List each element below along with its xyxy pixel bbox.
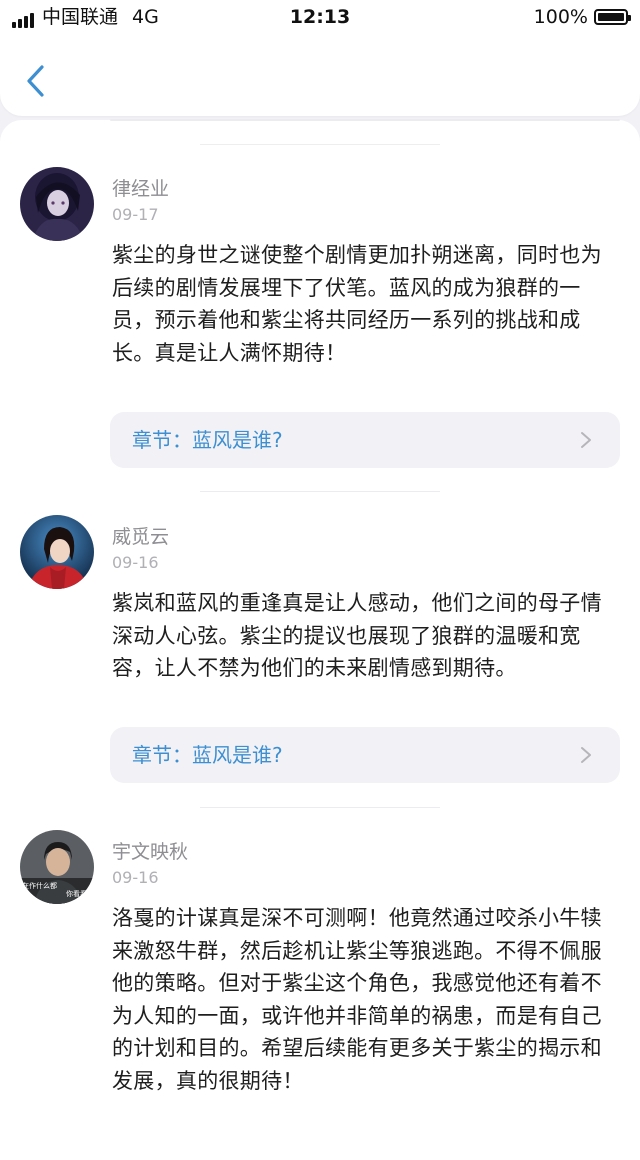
comment-date: 09-16 [112, 553, 159, 572]
chevron-right-icon [581, 432, 591, 448]
battery-percent: 100% [533, 6, 588, 28]
comment-text: 紫岚和蓝风的重逢真是让人感动，他们之间的母子情深动人心弦。紫尘的提议也展现了狼群… [112, 591, 602, 680]
divider [200, 144, 440, 145]
avatar[interactable]: 在作什么都 你看看 [20, 830, 94, 904]
status-bar: 中国联通 4G 12:13 100% [0, 0, 640, 36]
status-right: 100% [533, 6, 631, 28]
comment-username: 宇文映秋 [112, 841, 189, 863]
chapter-link[interactable]: 章节：蓝风是谁? [110, 727, 620, 783]
chapter-link[interactable]: 章节：蓝风是谁? [110, 412, 620, 468]
comment-text: 洛戛的计谋真是深不可测啊！他竟然通过咬杀小牛犊来激怒牛群，然后趁机让紫尘等狼逃跑… [112, 906, 602, 1093]
battery-icon [594, 9, 631, 25]
comment-date: 09-16 [112, 868, 159, 887]
comments-list: 律经业 09-17 紫尘的身世之谜使整个剧情更加扑朔迷离，同时也为后续的剧情发展… [0, 119, 640, 1160]
avatar[interactable] [20, 167, 94, 241]
chevron-right-icon [581, 747, 591, 763]
divider [200, 807, 440, 808]
divider [110, 119, 620, 121]
svg-text:你看看: 你看看 [66, 889, 87, 898]
comment-text: 紫尘的身世之谜使整个剧情更加扑朔迷离，同时也为后续的剧情发展埋下了伏笔。蓝风的成… [112, 243, 602, 365]
back-button[interactable] [22, 64, 52, 98]
divider [200, 491, 440, 492]
comment-username: 律经业 [112, 178, 170, 200]
avatar[interactable] [20, 515, 94, 589]
chapter-link-label: 章节：蓝风是谁? [132, 743, 283, 767]
comment-date: 09-17 [112, 205, 159, 224]
chapter-link-label: 章节：蓝风是谁? [132, 428, 283, 452]
comment-username: 威觅云 [112, 526, 170, 548]
nav-bar [0, 36, 640, 116]
svg-text:在作什么都: 在作什么都 [22, 881, 57, 890]
chevron-left-icon [27, 65, 44, 97]
